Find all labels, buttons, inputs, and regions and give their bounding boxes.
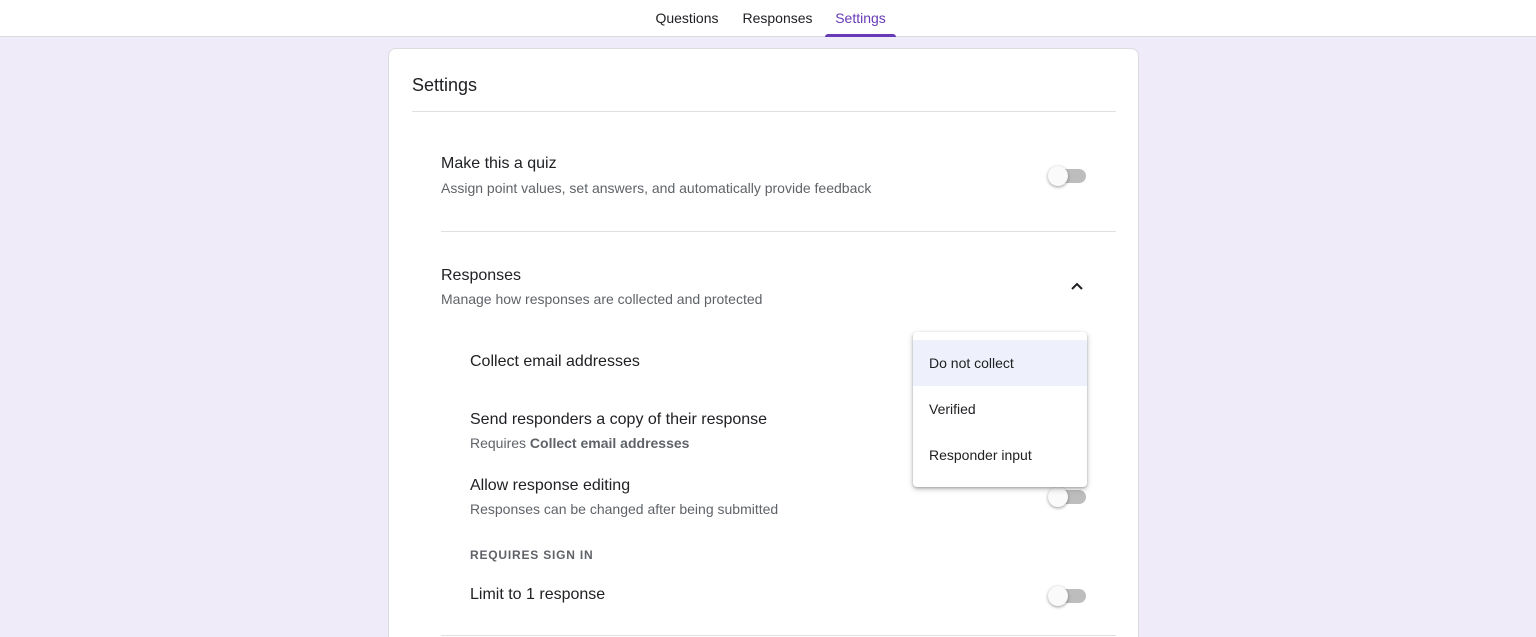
- requires-prefix: Requires: [470, 435, 527, 451]
- quiz-toggle[interactable]: [1048, 166, 1086, 186]
- collect-email-title: Collect email addresses: [470, 353, 640, 370]
- menu-option-responder-input[interactable]: Responder input: [913, 432, 1087, 478]
- allow-editing-toggle[interactable]: [1048, 487, 1086, 507]
- menu-option-verified[interactable]: Verified: [913, 386, 1087, 432]
- tab-questions[interactable]: Questions: [648, 0, 726, 37]
- toggle-thumb: [1048, 166, 1068, 186]
- send-copy-title: Send responders a copy of their response: [470, 411, 768, 428]
- limit-one-title: Limit to 1 response: [470, 586, 606, 603]
- tab-responses[interactable]: Responses: [736, 0, 819, 37]
- menu-option-do-not-collect[interactable]: Do not collect: [913, 340, 1087, 386]
- allow-editing-description: Responses can be changed after being sub…: [470, 501, 779, 517]
- toggle-thumb: [1048, 586, 1068, 606]
- active-tab-indicator: [825, 34, 896, 37]
- quiz-setting-title: Make this a quiz: [441, 155, 557, 172]
- title-divider: [412, 111, 1116, 112]
- tab-settings-label: Settings: [835, 10, 886, 26]
- email-collection-menu: Do not collect Verified Responder input: [913, 332, 1087, 487]
- responses-section-title: Responses: [441, 267, 522, 284]
- bottom-divider: [441, 635, 1116, 636]
- quiz-setting-description: Assign point values, set answers, and au…: [441, 180, 872, 196]
- requires-target: Collect email addresses: [529, 435, 690, 451]
- page-title: Settings: [412, 75, 478, 95]
- send-copy-requirement: Requires Collect email addresses: [470, 434, 689, 452]
- responses-section-description: Manage how responses are collected and p…: [441, 291, 763, 307]
- quiz-divider: [441, 231, 1116, 232]
- toggle-thumb: [1048, 487, 1068, 507]
- requires-sign-in-label: REQUIRES SIGN IN: [470, 548, 594, 562]
- top-tab-bar: Questions Responses Settings: [0, 0, 1536, 37]
- chevron-up-icon[interactable]: [1065, 275, 1089, 299]
- allow-editing-title: Allow response editing: [470, 477, 631, 494]
- limit-one-toggle[interactable]: [1048, 586, 1086, 606]
- tab-settings[interactable]: Settings: [825, 0, 896, 37]
